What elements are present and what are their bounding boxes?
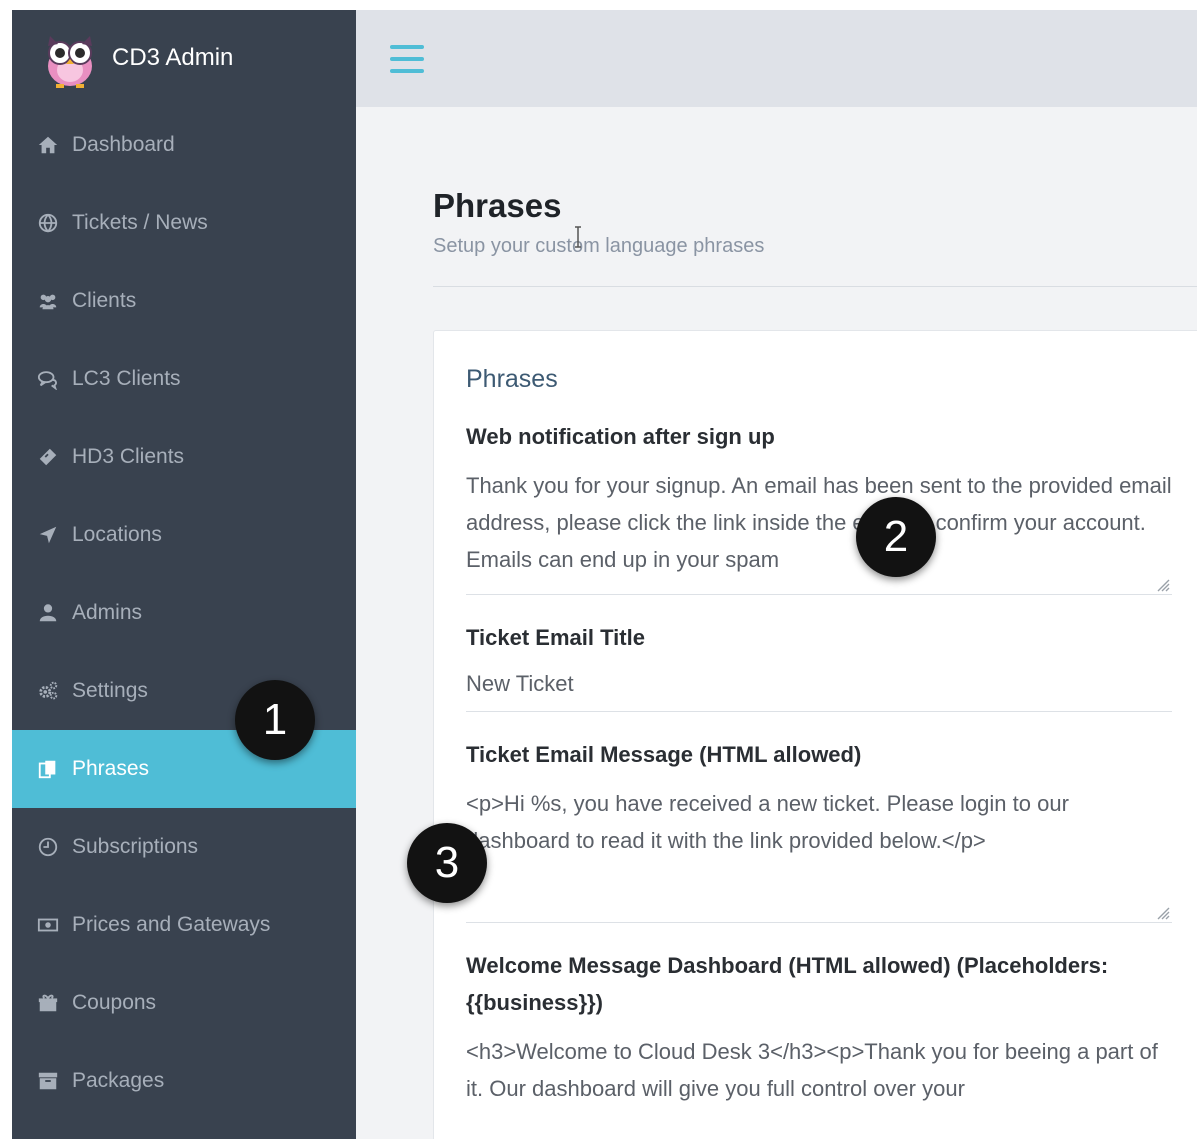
resize-grip-icon[interactable] — [1154, 576, 1170, 592]
brand[interactable]: CD3 Admin — [12, 10, 356, 106]
users-icon — [34, 287, 62, 315]
hamburger-menu-icon[interactable] — [390, 44, 424, 73]
welcome-message-textarea[interactable]: <h3>Welcome to Cloud Desk 3</h3><p>Thank… — [466, 1033, 1172, 1123]
user-icon — [34, 599, 62, 627]
gift-icon — [34, 989, 62, 1017]
field-label-welcome-message: Welcome Message Dashboard (HTML allowed)… — [466, 953, 1109, 1015]
signup-notification-textarea[interactable]: Thank you for your signup. An email has … — [466, 467, 1172, 595]
sidebar-item-label: Packages — [72, 1069, 165, 1092]
sidebar-item-clients[interactable]: Clients — [12, 262, 356, 340]
sidebar-item-locations[interactable]: Locations — [12, 496, 356, 574]
sidebar-item-dashboard[interactable]: Dashboard — [12, 106, 356, 184]
sidebar-item-label: Dashboard — [72, 133, 175, 156]
sidebar-item-label: Admins — [72, 601, 143, 624]
card-title: Phrases — [466, 365, 558, 393]
ticket-email-title-text: New Ticket — [466, 671, 574, 696]
sidebar-item-label: HD3 Clients — [72, 445, 185, 468]
sidebar-item-label: Subscriptions — [72, 835, 199, 858]
admin-app: CD3 Admin Dashboard Tickets / News Clients… — [12, 10, 1197, 1139]
ticket-icon — [34, 443, 62, 471]
globe-icon — [34, 209, 62, 237]
sidebar-item-label: Clients — [72, 289, 137, 312]
resize-grip-icon[interactable] — [1154, 904, 1170, 920]
sidebar-item-label: Settings — [72, 679, 148, 702]
home-icon — [34, 131, 62, 159]
sidebar-item-label: Phrases — [72, 757, 150, 780]
archive-icon — [34, 1067, 62, 1095]
sidebar-item-label: Coupons — [72, 991, 157, 1014]
money-icon — [34, 911, 62, 939]
field-label-ticket-email-title: Ticket Email Title — [466, 625, 645, 650]
callout-badge-3: 3 — [407, 823, 487, 903]
owl-logo-icon — [48, 36, 92, 88]
sidebar-item-label: Prices and Gateways — [72, 913, 271, 936]
text-cursor-icon — [575, 226, 581, 248]
sidebar-item-label: Tickets / News — [72, 211, 208, 234]
welcome-message-text: <h3>Welcome to Cloud Desk 3</h3><p>Thank… — [466, 1039, 1158, 1101]
sidebar-item-packages[interactable]: Packages — [12, 1042, 356, 1120]
sidebar-item-subscriptions[interactable]: Subscriptions — [12, 808, 356, 886]
sidebar-item-label: LC3 Clients — [72, 367, 181, 390]
sidebar-nav: Dashboard Tickets / News Clients LC3 Client… — [12, 106, 356, 1120]
sidebar: CD3 Admin Dashboard Tickets / News Clients… — [12, 10, 356, 1139]
signup-notification-text: Thank you for your signup. An email has … — [466, 473, 1172, 572]
callout-badge-2: 2 — [856, 497, 936, 577]
page-title: Phrases — [433, 187, 562, 224]
chat-icon — [34, 365, 62, 393]
phrases-card: Phrases Web notification after sign up T… — [433, 330, 1197, 1139]
copy-icon — [34, 755, 62, 783]
page-subtitle: Setup your custom language phrases — [433, 235, 765, 257]
sidebar-item-coupons[interactable]: Coupons — [12, 964, 356, 1042]
header-divider — [433, 286, 1197, 287]
ticket-email-message-text: <p>Hi %s, you have received a new ticket… — [466, 791, 1069, 853]
sidebar-item-prices-and-gateways[interactable]: Prices and Gateways — [12, 886, 356, 964]
gears-icon — [34, 677, 62, 705]
sidebar-item-tickets-news[interactable]: Tickets / News — [12, 184, 356, 262]
sidebar-item-admins[interactable]: Admins — [12, 574, 356, 652]
clock-icon — [34, 833, 62, 861]
brand-title: CD3 Admin — [112, 44, 234, 71]
ticket-email-message-textarea[interactable]: <p>Hi %s, you have received a new ticket… — [466, 785, 1172, 923]
sidebar-item-lc3-clients[interactable]: LC3 Clients — [12, 340, 356, 418]
field-label-ticket-email-message: Ticket Email Message (HTML allowed) — [466, 742, 862, 767]
sidebar-item-hd3-clients[interactable]: HD3 Clients — [12, 418, 356, 496]
top-bar — [356, 10, 1197, 107]
page-header: Phrases Setup your custom language phras… — [356, 107, 1197, 258]
ticket-email-title-input[interactable]: New Ticket — [466, 664, 1172, 712]
field-label-signup-notification: Web notification after sign up — [466, 424, 775, 449]
sidebar-item-label: Locations — [72, 523, 162, 546]
location-arrow-icon — [34, 521, 62, 549]
main-content: Phrases Setup your custom language phras… — [356, 10, 1197, 1139]
callout-badge-1: 1 — [235, 680, 315, 760]
